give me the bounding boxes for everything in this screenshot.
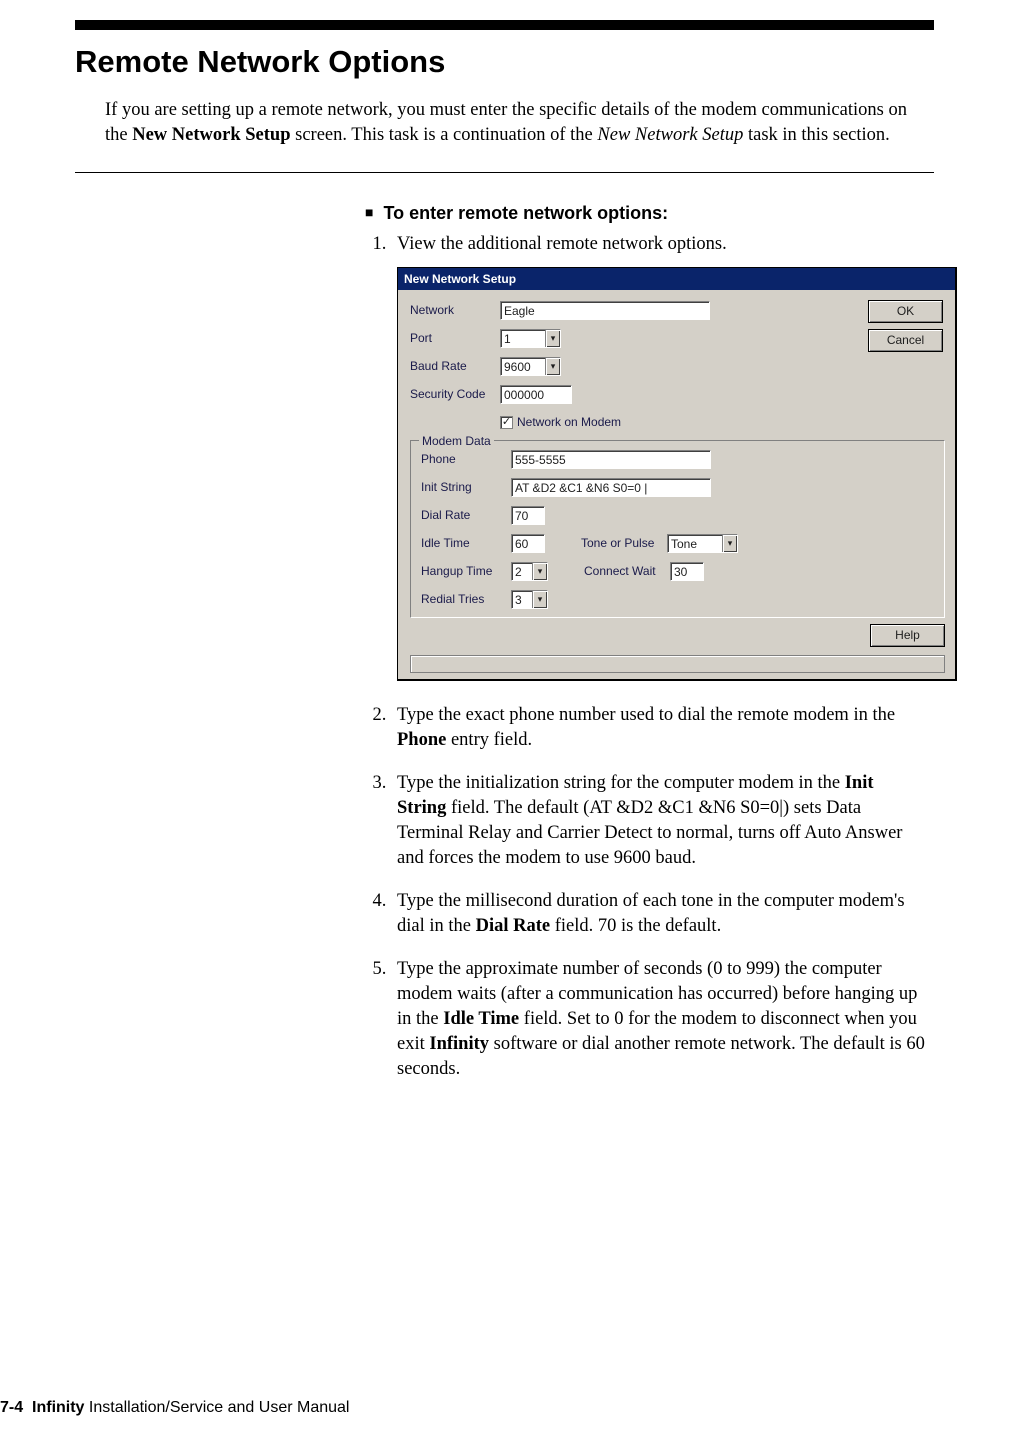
dialog-titlebar[interactable]: New Network Setup — [398, 268, 955, 290]
redial-value: 3 — [512, 591, 532, 608]
step-3: Type the initialization string for the c… — [391, 771, 925, 871]
label-dial-rate: Dial Rate — [421, 507, 511, 523]
hangup-value: 2 — [512, 563, 532, 580]
dialog-new-network-setup: New Network Setup OK Cancel Network Eagl… — [397, 267, 957, 681]
intro-text: screen. This task is a continuation of t… — [291, 125, 598, 145]
page-footer: 7-4 Infinity Installation/Service and Us… — [0, 1399, 349, 1417]
label-tone-or-pulse: Tone or Pulse — [581, 535, 667, 551]
page-number: 7-4 — [0, 1399, 23, 1416]
step-2: Type the exact phone number used to dial… — [391, 703, 925, 753]
cancel-button[interactable]: Cancel — [868, 329, 943, 352]
label-network: Network — [410, 302, 500, 318]
step-5-d: Infinity — [429, 1034, 489, 1054]
dial-rate-input[interactable]: 70 — [511, 506, 545, 525]
chevron-down-icon[interactable]: ▾ — [545, 358, 560, 375]
steps-list: View the additional remote network optio… — [365, 232, 925, 1082]
step-2-a: Type the exact phone number used to dial… — [397, 705, 895, 725]
label-network-on-modem: Network on Modem — [517, 414, 621, 430]
label-phone: Phone — [421, 451, 511, 467]
idle-time-input[interactable]: 60 — [511, 534, 545, 553]
modem-data-group: Modem Data Phone 555-5555 Init String AT… — [410, 440, 945, 618]
network-input[interactable]: Eagle — [500, 301, 710, 320]
step-4-c: field. 70 is the default. — [550, 916, 721, 936]
header-bar — [75, 20, 934, 30]
step-5-b: Idle Time — [443, 1009, 519, 1029]
step-4-b: Dial Rate — [476, 916, 551, 936]
book-name: Infinity — [32, 1399, 84, 1416]
chevron-down-icon[interactable]: ▾ — [545, 330, 560, 347]
chevron-down-icon[interactable]: ▾ — [532, 591, 547, 608]
baud-value: 9600 — [501, 358, 545, 375]
intro-italic-1: New Network Setup — [597, 125, 743, 145]
step-1-text: View the additional remote network optio… — [397, 234, 727, 254]
label-hangup-time: Hangup Time — [421, 563, 511, 579]
page-title: Remote Network Options — [75, 44, 934, 80]
baud-rate-select[interactable]: 9600▾ — [500, 357, 561, 376]
separator — [75, 172, 934, 173]
intro-text: task in this section. — [743, 125, 889, 145]
tone-or-pulse-select[interactable]: Tone▾ — [667, 534, 738, 553]
footer-rest: Installation/Service and User Manual — [84, 1399, 349, 1416]
phone-input[interactable]: 555-5555 — [511, 450, 711, 469]
chevron-down-icon[interactable]: ▾ — [532, 563, 547, 580]
task-heading-text: To enter remote network options: — [383, 203, 668, 223]
label-redial-tries: Redial Tries — [421, 591, 511, 607]
modem-data-group-label: Modem Data — [419, 433, 494, 449]
intro-paragraph: If you are setting up a remote network, … — [105, 98, 934, 148]
label-baud-rate: Baud Rate — [410, 358, 500, 374]
hangup-time-select[interactable]: 2▾ — [511, 562, 548, 581]
label-port: Port — [410, 330, 500, 346]
label-init-string: Init String — [421, 479, 511, 495]
bullet-square-icon: ■ — [365, 204, 373, 220]
label-security-code: Security Code — [410, 386, 500, 402]
step-3-a: Type the initialization string for the c… — [397, 773, 845, 793]
connect-wait-input[interactable]: 30 — [670, 562, 704, 581]
redial-tries-select[interactable]: 3▾ — [511, 590, 548, 609]
step-4: Type the millisecond duration of each to… — [391, 889, 925, 939]
step-2-b: Phone — [397, 730, 446, 750]
ok-button[interactable]: OK — [868, 300, 943, 323]
chevron-down-icon[interactable]: ▾ — [722, 535, 737, 552]
init-string-input[interactable]: AT &D2 &C1 &N6 S0=0 | — [511, 478, 711, 497]
intro-bold-1: New Network Setup — [132, 125, 290, 145]
help-button[interactable]: Help — [870, 624, 945, 647]
task-heading: ■ To enter remote network options: — [365, 203, 925, 224]
label-connect-wait: Connect Wait — [584, 563, 670, 579]
port-value: 1 — [501, 330, 545, 347]
tone-pulse-value: Tone — [668, 535, 722, 552]
step-5: Type the approximate number of seconds (… — [391, 957, 925, 1082]
step-2-c: entry field. — [446, 730, 532, 750]
dialog-status-bar — [410, 655, 945, 673]
network-on-modem-checkbox[interactable]: ✓ — [500, 416, 513, 429]
port-select[interactable]: 1▾ — [500, 329, 561, 348]
step-3-c: field. The default (AT &D2 &C1 &N6 S0=0|… — [397, 798, 902, 868]
security-code-input[interactable]: 000000 — [500, 385, 572, 404]
label-idle-time: Idle Time — [421, 535, 511, 551]
step-1: View the additional remote network optio… — [391, 232, 925, 681]
